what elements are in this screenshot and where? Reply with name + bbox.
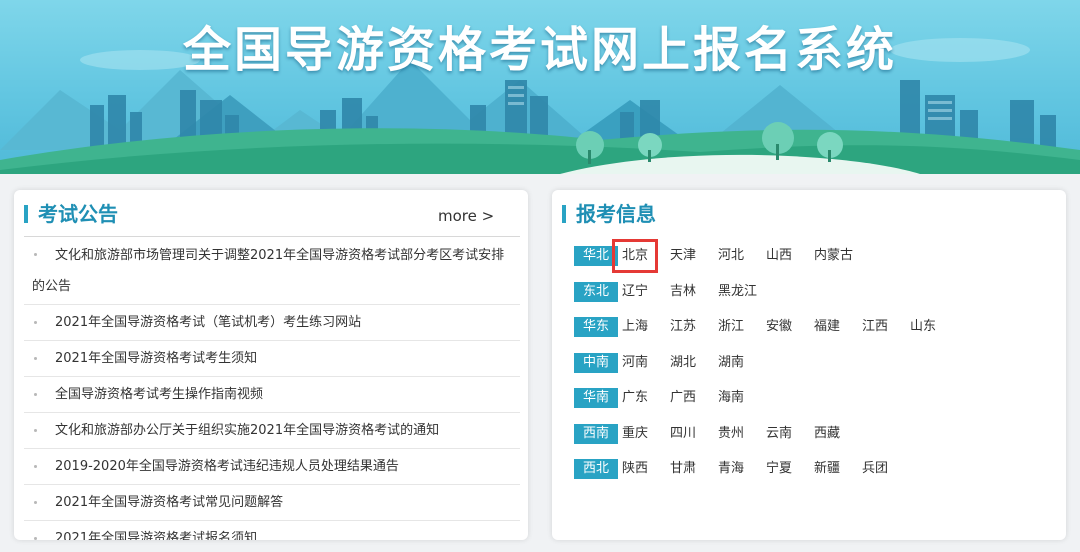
province-link[interactable]: 河南: [622, 353, 648, 373]
province-link[interactable]: 重庆: [622, 424, 648, 444]
exam-panel-title: 报考信息: [576, 202, 656, 226]
more-link[interactable]: more >: [438, 206, 494, 226]
header-banner: 全国导游资格考试网上报名系统: [0, 0, 1080, 174]
bullet-icon: [34, 253, 37, 256]
province-link[interactable]: 福建: [814, 317, 840, 337]
bullet-icon: [34, 357, 37, 360]
region-label: 西北: [574, 459, 618, 479]
region-label: 东北: [574, 281, 618, 302]
list-item[interactable]: 2021年全国导游资格考试常见问题解答: [24, 485, 520, 521]
province-link[interactable]: 内蒙古: [814, 246, 853, 266]
notice-panel: 考试公告 more > 文化和旅游部市场管理司关于调整2021年全国导游资格考试…: [14, 190, 528, 540]
header-accent-bar: [24, 205, 28, 223]
notice-panel-title: 考试公告: [38, 202, 118, 226]
list-item[interactable]: 2021年全国导游资格考试（笔试机考）考生练习网站: [24, 305, 520, 341]
province-link[interactable]: 湖北: [670, 353, 696, 373]
province-link[interactable]: 四川: [670, 424, 696, 444]
list-item[interactable]: 文化和旅游部办公厅关于组织实施2021年全国导游资格考试的通知: [24, 413, 520, 449]
province-link[interactable]: 黑龙江: [718, 282, 757, 302]
province-link[interactable]: 新疆: [814, 459, 840, 479]
list-item[interactable]: 文化和旅游部市场管理司关于调整2021年全国导游资格考试部分考区考试安排的公告: [24, 238, 520, 305]
province-link[interactable]: 吉林: [670, 282, 696, 302]
province-link[interactable]: 浙江: [718, 317, 744, 337]
province-link[interactable]: 陕西: [622, 459, 648, 479]
province-link[interactable]: 安徽: [766, 317, 792, 337]
province-link[interactable]: 湖南: [718, 353, 744, 373]
province-link[interactable]: 西藏: [814, 424, 840, 444]
bullet-icon: [34, 393, 37, 396]
province-link[interactable]: 山西: [766, 246, 792, 266]
province-link[interactable]: 海南: [718, 388, 744, 408]
region-label: 华南: [574, 388, 618, 408]
header-divider: [24, 236, 520, 237]
province-link[interactable]: 江西: [862, 317, 888, 337]
province-link[interactable]: 兵团: [862, 459, 888, 479]
province-link[interactable]: 天津: [670, 246, 696, 266]
region-label: 西南: [574, 423, 618, 444]
list-item[interactable]: 全国导游资格考试考生操作指南视频: [24, 377, 520, 413]
province-link[interactable]: 辽宁: [622, 282, 648, 302]
province-link[interactable]: 青海: [718, 459, 744, 479]
province-link[interactable]: 贵州: [718, 424, 744, 444]
province-link[interactable]: 北京: [611, 239, 659, 273]
bullet-icon: [34, 321, 37, 324]
province-link[interactable]: 甘肃: [670, 459, 696, 479]
region-label: 华东: [574, 317, 618, 337]
exam-info-panel: 报考信息 华北 北京 天津 河北 山西 内蒙古东北 辽宁 吉林 黑龙江华东 上海 江苏 浙江 安徽 福建 江…: [552, 190, 1066, 540]
bullet-icon: [34, 501, 37, 504]
province-link[interactable]: 云南: [766, 424, 792, 444]
list-item[interactable]: 2019-2020年全国导游资格考试违纪违规人员处理结果通告: [24, 449, 520, 485]
province-link[interactable]: 广西: [670, 388, 696, 408]
region-label: 华北: [574, 246, 618, 266]
list-item[interactable]: 2021年全国导游资格考试考生须知: [24, 341, 520, 377]
province-link[interactable]: 宁夏: [766, 459, 792, 479]
province-link[interactable]: 江苏: [670, 317, 696, 337]
list-item[interactable]: 2021年全国导游资格考试报名须知: [24, 521, 520, 540]
province-link[interactable]: 广东: [622, 388, 648, 408]
province-link[interactable]: 山东: [910, 317, 936, 337]
bullet-icon: [34, 537, 37, 540]
region-label: 中南: [574, 352, 618, 373]
site-title: 全国导游资格考试网上报名系统: [182, 22, 897, 78]
notice-list: 文化和旅游部市场管理司关于调整2021年全国导游资格考试部分考区考试安排的公告 …: [24, 238, 520, 540]
header-accent-bar: [562, 205, 566, 223]
bullet-icon: [34, 465, 37, 468]
province-link[interactable]: 河北: [718, 246, 744, 266]
bullet-icon: [34, 429, 37, 432]
province-link[interactable]: 上海: [622, 317, 648, 337]
